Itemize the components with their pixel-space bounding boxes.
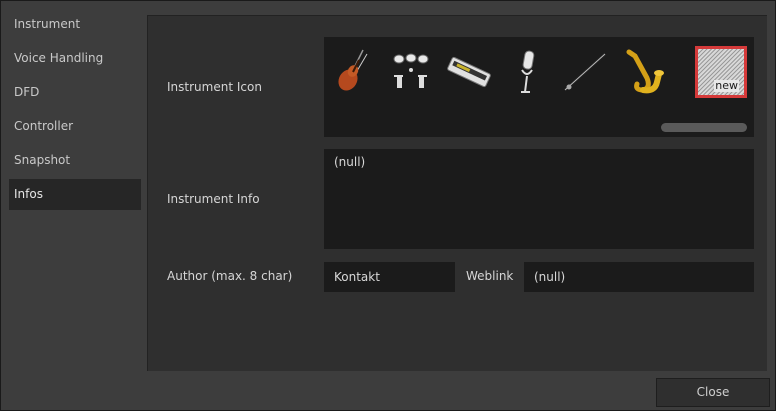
close-button[interactable]: Close xyxy=(656,378,770,407)
sidebar-item-snapshot[interactable]: Snapshot xyxy=(9,145,141,176)
keyboard-icon[interactable] xyxy=(440,43,498,101)
instrument-icon-picker: new xyxy=(324,37,754,137)
new-icon-text: new xyxy=(714,79,739,92)
author-label: Author (max. 8 char) xyxy=(167,269,293,283)
infos-dialog: Instrument Voice Handling DFD Controller… xyxy=(0,0,776,411)
clarinet-icon[interactable] xyxy=(556,43,614,101)
sidebar-item-instrument[interactable]: Instrument xyxy=(9,9,141,40)
sidebar-item-dfd[interactable]: DFD xyxy=(9,77,141,108)
instrument-icon-label: Instrument Icon xyxy=(167,80,262,94)
microphone-icon[interactable] xyxy=(498,43,556,101)
weblink-label: Weblink xyxy=(466,269,514,283)
violin-icon[interactable] xyxy=(324,43,382,101)
sidebar-item-infos[interactable]: Infos xyxy=(9,179,141,210)
sidebar-item-controller[interactable]: Controller xyxy=(9,111,141,142)
sidebar: Instrument Voice Handling DFD Controller… xyxy=(9,9,141,213)
saxophone-icon[interactable] xyxy=(614,43,672,101)
icon-picker-scrollbar[interactable] xyxy=(661,123,747,132)
weblink-field[interactable]: (null) xyxy=(524,262,754,292)
new-icon-cell[interactable]: new xyxy=(692,43,750,101)
infos-panel: Instrument Icon new Instrument Info (nul… xyxy=(147,15,767,371)
author-field[interactable]: Kontakt xyxy=(324,262,455,292)
sidebar-item-voice-handling[interactable]: Voice Handling xyxy=(9,43,141,74)
instrument-info-label: Instrument Info xyxy=(167,192,260,206)
new-icon: new xyxy=(695,46,747,98)
drums-icon[interactable] xyxy=(382,43,440,101)
instrument-info-textarea[interactable]: (null) xyxy=(324,149,754,249)
